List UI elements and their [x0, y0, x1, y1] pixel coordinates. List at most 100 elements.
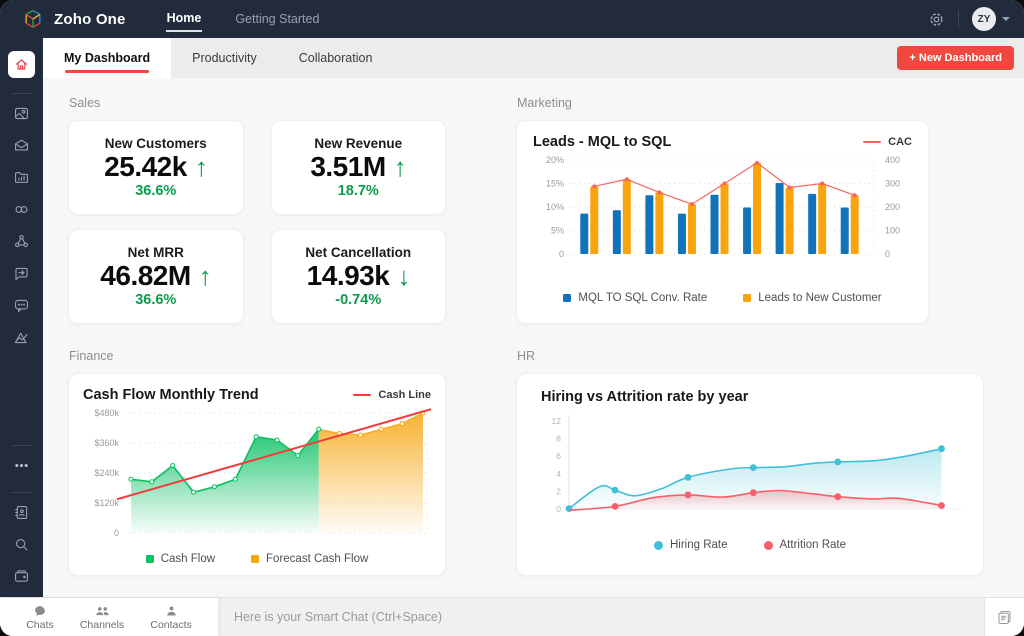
svg-text:10%: 10% — [546, 202, 564, 212]
sidebar-item-mail[interactable] — [13, 137, 30, 154]
svg-text:0: 0 — [556, 504, 561, 514]
brand-title: Zoho One — [54, 10, 126, 28]
links-icon — [15, 206, 28, 213]
svg-text:12: 12 — [552, 416, 562, 426]
section-label-marketing: Marketing — [517, 96, 572, 110]
sidebar-item-network[interactable] — [13, 233, 30, 250]
kpi-card-new-customers: New Customers 25.42k ↑ 36.6% — [68, 120, 244, 215]
sidebar-item-notebook[interactable] — [13, 504, 30, 521]
wallet-icon — [14, 570, 29, 582]
kpi-value: 46.82M — [100, 259, 191, 291]
sidebar-item-gallery[interactable] — [13, 105, 30, 122]
kpi-card-net-mrr: Net MRR 46.82M ↑ 36.6% — [68, 229, 244, 324]
notes-button[interactable] — [984, 598, 1024, 636]
topbar-right: ZY — [928, 7, 1010, 31]
kpi-title: New Customers — [104, 135, 207, 151]
home-icon — [14, 57, 29, 72]
svg-text:20%: 20% — [546, 155, 564, 165]
sidebar-item-more[interactable] — [13, 457, 30, 474]
marketing-bar-chart: 20% 400 15% 300 10% 200 5% 100 0 0 — [546, 155, 900, 259]
svg-text:6: 6 — [556, 451, 561, 461]
trend-up-arrow-icon: ↑ — [194, 151, 208, 182]
sidebar-item-search[interactable] — [13, 536, 30, 553]
avatar-dropdown-caret[interactable] — [1002, 17, 1010, 21]
section-label-finance: Finance — [69, 349, 114, 363]
chart-title: Hiring vs Attrition rate by year — [541, 389, 749, 405]
sidebar-divider — [11, 492, 32, 493]
legend-cac[interactable]: CAC — [863, 136, 912, 148]
legend-cash-flow[interactable]: Cash Flow — [145, 553, 215, 565]
legend-forecast-cash-flow[interactable]: Forecast Cash Flow — [251, 553, 368, 565]
sidebar-item-links[interactable] — [13, 201, 30, 218]
gallery-icon — [14, 107, 29, 120]
search-icon — [16, 539, 28, 551]
legend-hiring-rate[interactable]: Hiring Rate — [653, 539, 728, 551]
user-avatar[interactable]: ZY — [972, 7, 996, 31]
sidebar-item-wallet[interactable] — [13, 568, 30, 585]
sidebar-divider — [11, 445, 32, 446]
nav-getting-started[interactable]: Getting Started — [234, 8, 320, 30]
svg-text:400: 400 — [885, 155, 900, 165]
tab-productivity[interactable]: Productivity — [171, 38, 278, 78]
legend-leads-new-customer[interactable]: Leads to New Customer — [743, 292, 882, 304]
contacts-button[interactable]: Contacts — [150, 604, 192, 631]
main-area: My Dashboard Productivity Collaboration … — [43, 38, 1024, 597]
legend-mql-rate[interactable]: MQL TO SQL Conv. Rate — [563, 292, 707, 304]
svg-text:2: 2 — [556, 486, 561, 496]
smart-chat-bar: Chats Channels Contacts Here is your Sma… — [0, 597, 1024, 636]
contacts-icon — [166, 605, 176, 616]
sidebar-item-home[interactable] — [8, 51, 35, 78]
nav-home[interactable]: Home — [165, 7, 203, 32]
svg-text:200: 200 — [885, 202, 900, 212]
channels-icon — [95, 606, 109, 615]
tab-collaboration[interactable]: Collaboration — [278, 38, 394, 78]
topbar-divider — [958, 10, 959, 28]
svg-text:15%: 15% — [546, 179, 564, 189]
svg-text:5%: 5% — [551, 226, 564, 236]
sidebar-item-comments[interactable] — [13, 297, 30, 314]
svg-text:$360k: $360k — [94, 438, 119, 448]
svg-text:0: 0 — [114, 528, 119, 538]
svg-text:0: 0 — [559, 249, 564, 259]
tab-my-dashboard[interactable]: My Dashboard — [43, 38, 172, 78]
kpi-value: 25.42k — [104, 150, 187, 182]
svg-text:$120k: $120k — [94, 498, 119, 508]
svg-text:$480k: $480k — [94, 408, 119, 418]
kpi-title: Net MRR — [127, 244, 184, 260]
reports-folder-icon — [14, 172, 29, 183]
finance-chart-card: Cash Flow Monthly Trend Cash Line $480k $… — [68, 373, 446, 576]
sales-kpi-grid: New Customers 25.42k ↑ 36.6% New Revenue … — [68, 120, 446, 324]
channels-button[interactable]: Channels — [80, 604, 124, 631]
svg-text:4: 4 — [556, 469, 561, 479]
chat-shortcuts: Chats Channels Contacts — [0, 598, 218, 636]
document-copy-icon — [998, 610, 1011, 624]
dashboard-content: Sales New Customers 25.42k ↑ 36.6% New Re… — [43, 78, 1024, 597]
sidebar-item-share-chat[interactable] — [13, 265, 30, 282]
new-dashboard-button[interactable]: + New Dashboard — [897, 46, 1014, 70]
kpi-change: 18.7% — [337, 183, 379, 200]
kpi-change: -0.74% — [335, 292, 382, 309]
sidebar-item-analytics[interactable] — [13, 329, 30, 346]
trend-up-arrow-icon: ↑ — [393, 151, 407, 182]
chart-title: Cash Flow Monthly Trend — [83, 387, 259, 403]
chats-icon — [35, 605, 45, 616]
sidebar-item-reports[interactable] — [13, 169, 30, 186]
notebook-icon — [15, 505, 28, 520]
legend-attrition-rate[interactable]: Attrition Rate — [763, 539, 846, 551]
network-icon — [14, 234, 29, 248]
smart-chat-input[interactable]: Here is your Smart Chat (Ctrl+Space) — [218, 598, 984, 636]
svg-text:8: 8 — [556, 434, 561, 444]
more-dots-icon — [15, 463, 28, 468]
dashboard-tabbar: My Dashboard Productivity Collaboration … — [43, 38, 1024, 78]
cac-line-swatch — [863, 141, 882, 143]
chats-button[interactable]: Chats — [26, 604, 54, 631]
comment-dots-icon — [14, 299, 29, 313]
marketing-chart-card: Leads - MQL to SQL CAC 20% 400 15% 300 10% 20… — [516, 120, 929, 324]
settings-gear-icon[interactable] — [928, 11, 945, 28]
kpi-title: Net Cancellation — [305, 244, 412, 260]
svg-text:300: 300 — [885, 179, 900, 189]
trend-up-arrow-icon: ↑ — [198, 260, 212, 291]
analytics-icon — [14, 332, 28, 344]
legend-cash-line[interactable]: Cash Line — [353, 389, 431, 401]
kpi-change: 36.6% — [135, 183, 177, 200]
